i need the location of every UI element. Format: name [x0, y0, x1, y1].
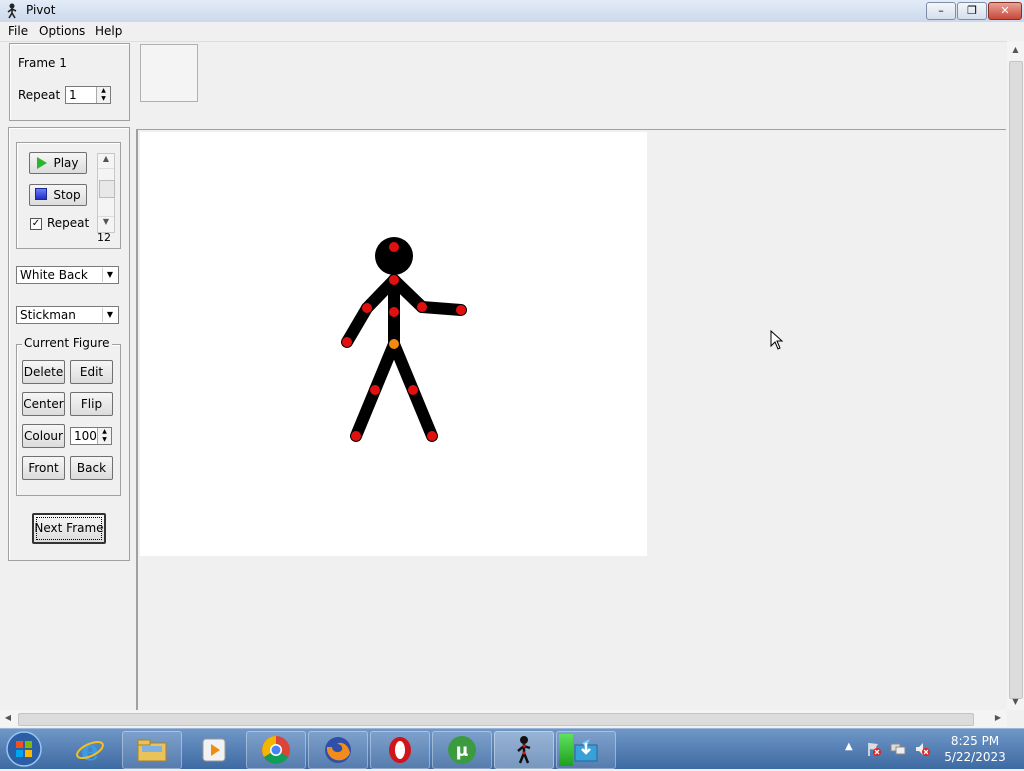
play-button[interactable]: Play: [29, 152, 87, 174]
menu-help[interactable]: Help: [95, 24, 122, 38]
vertical-scrollbar[interactable]: ▲ ▼: [1007, 41, 1024, 710]
svg-text:e: e: [81, 735, 99, 765]
play-icon: [37, 157, 48, 169]
edit-button[interactable]: Edit: [70, 360, 113, 384]
clock-time: 8:25 PM: [950, 734, 1000, 748]
window-title: Pivot: [26, 3, 56, 17]
firefox-icon[interactable]: [308, 731, 368, 769]
chrome-icon[interactable]: [246, 731, 306, 769]
frame-thumbnail[interactable]: [140, 44, 198, 102]
joint-handle[interactable]: [427, 431, 437, 441]
svg-text:µ: µ: [456, 741, 469, 761]
frame-repeat-stepper[interactable]: 1 ▲ ▼: [65, 86, 111, 104]
minimize-button[interactable]: –: [926, 2, 956, 20]
repeat-checkbox-label: Repeat: [47, 216, 90, 230]
joint-handle[interactable]: [389, 242, 399, 252]
taskbar: e µ ▲ 8:25 PM 5/22/2023: [0, 728, 1024, 769]
scroll-up-icon[interactable]: ▲: [98, 154, 114, 169]
joint-handle[interactable]: [351, 431, 361, 441]
background-select[interactable]: White Back ▼: [16, 266, 119, 284]
volume-muted-icon[interactable]: [914, 741, 930, 757]
scroll-down-icon[interactable]: ▼: [1007, 697, 1024, 709]
stop-label: Stop: [53, 188, 81, 202]
stepper-down-icon[interactable]: ▼: [96, 95, 110, 103]
drawing-canvas[interactable]: [140, 132, 647, 556]
pivot-icon[interactable]: [494, 731, 554, 769]
file-explorer-icon[interactable]: [122, 731, 182, 769]
title-bar: Pivot – ❐ ✕: [0, 0, 1024, 23]
joint-handle[interactable]: [342, 337, 352, 347]
frame-strip: [136, 41, 1006, 131]
opera-icon[interactable]: [370, 731, 430, 769]
joint-handle[interactable]: [389, 275, 399, 285]
speed-scroll-thumb[interactable]: [99, 180, 115, 198]
stop-icon: [35, 188, 48, 200]
stop-button[interactable]: Stop: [29, 184, 87, 206]
stepper-up-icon[interactable]: ▲: [96, 87, 110, 95]
stepper-up-icon[interactable]: ▲: [97, 428, 111, 436]
colour-button[interactable]: Colour: [22, 424, 65, 448]
scroll-right-icon[interactable]: ▶: [992, 713, 1004, 725]
progress-indicator: [559, 734, 573, 766]
mouse-cursor-icon: [770, 329, 784, 353]
delete-button[interactable]: Delete: [22, 360, 65, 384]
colour-stepper[interactable]: 100 ▲ ▼: [70, 427, 112, 445]
next-frame-button[interactable]: Next Frame: [32, 513, 106, 544]
stickman-figure[interactable]: [140, 132, 647, 556]
vertical-scroll-thumb[interactable]: [1009, 61, 1023, 699]
speed-value: 12: [97, 231, 111, 244]
network-icon[interactable]: [890, 741, 906, 757]
joint-handle[interactable]: [408, 385, 418, 395]
back-button[interactable]: Back: [70, 456, 113, 480]
repeat-label: Repeat :: [18, 88, 69, 102]
chevron-down-icon: ▼: [102, 268, 117, 282]
speed-scrollbar[interactable]: ▲ ▼: [97, 153, 115, 233]
download-manager-icon[interactable]: [556, 731, 616, 769]
center-joint-handle[interactable]: [389, 339, 399, 349]
menu-file[interactable]: File: [8, 24, 28, 38]
joint-handle[interactable]: [370, 385, 380, 395]
start-orb-icon[interactable]: [4, 730, 44, 768]
menu-bar: File Options Help: [0, 22, 1024, 42]
chevron-down-icon: ▼: [102, 308, 117, 322]
workspace: [136, 130, 1008, 710]
close-button[interactable]: ✕: [988, 2, 1022, 20]
frame-repeat-value: 1: [69, 88, 77, 102]
flip-button[interactable]: Flip: [70, 392, 113, 416]
media-player-icon[interactable]: [184, 731, 244, 769]
pivot-app-icon: [5, 3, 19, 19]
play-label: Play: [53, 156, 79, 170]
frame-panel: Frame 1 Repeat : 1 ▲ ▼: [9, 43, 130, 121]
scroll-down-icon[interactable]: ▼: [98, 216, 114, 231]
current-figure-group-label: Current Figure: [22, 336, 112, 350]
horizontal-scrollbar[interactable]: ◀ ▶: [0, 710, 1007, 727]
menu-options[interactable]: Options: [39, 24, 85, 38]
stepper-down-icon[interactable]: ▼: [97, 436, 111, 444]
internet-explorer-icon[interactable]: e: [60, 731, 120, 769]
joint-handle[interactable]: [389, 307, 399, 317]
background-select-value: White Back: [20, 268, 88, 282]
joint-handle[interactable]: [456, 305, 466, 315]
joint-handle[interactable]: [417, 302, 427, 312]
joint-handle[interactable]: [362, 303, 372, 313]
colour-value: 100: [74, 429, 97, 443]
figure-type-select-value: Stickman: [20, 308, 76, 322]
playback-group: Play Stop ✓ Repeat ▲ ▼ 12: [16, 142, 121, 249]
clock[interactable]: 8:25 PM 5/22/2023: [940, 734, 1010, 764]
center-button[interactable]: Center: [22, 392, 65, 416]
figure-type-select[interactable]: Stickman ▼: [16, 306, 119, 324]
restore-button[interactable]: ❐: [957, 2, 987, 20]
stickman-limbs: [341, 274, 467, 442]
horizontal-scroll-thumb[interactable]: [18, 713, 974, 726]
scroll-up-icon[interactable]: ▲: [1007, 45, 1024, 57]
clock-date: 5/22/2023: [944, 750, 1006, 764]
repeat-checkbox[interactable]: ✓: [30, 218, 42, 230]
scroll-left-icon[interactable]: ◀: [2, 713, 14, 725]
utorrent-icon[interactable]: µ: [432, 731, 492, 769]
frame-label: Frame 1: [18, 56, 67, 70]
show-hidden-icons-icon[interactable]: ▲: [845, 741, 853, 752]
action-center-flag-icon[interactable]: [866, 741, 882, 757]
front-button[interactable]: Front: [22, 456, 65, 480]
